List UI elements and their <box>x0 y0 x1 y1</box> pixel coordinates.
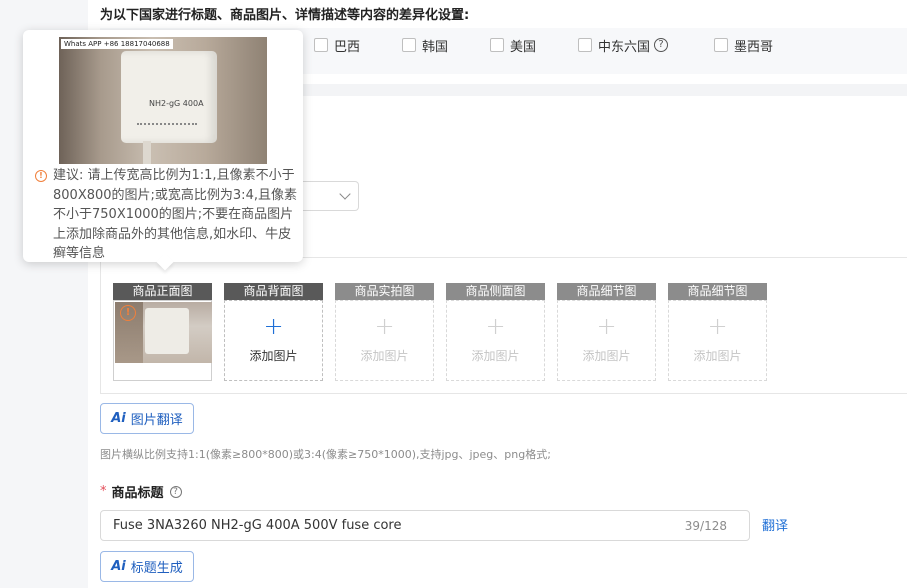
country-option-korea[interactable]: 韩国 <box>402 36 449 55</box>
plus-icon: + <box>485 312 506 340</box>
fuse-body: NH2-gG 400A <box>121 51 217 143</box>
translate-link[interactable]: 翻译 <box>762 515 788 534</box>
add-image-text: 添加图片 <box>582 349 631 363</box>
add-image-text: 添加图片 <box>471 349 520 363</box>
watermark-text: Whats APP +86 18817040688 <box>61 39 173 49</box>
country-option-usa[interactable]: 美国 <box>490 36 537 55</box>
image-slot-real: 商品实拍图 + 添加图片 <box>335 283 434 381</box>
plus-icon: + <box>263 312 284 340</box>
chevron-down-icon <box>339 188 351 200</box>
slot-label: 商品实拍图 <box>335 283 434 300</box>
gcc-checkbox[interactable] <box>578 38 592 52</box>
country-option-mexico[interactable]: 墨西哥 <box>714 36 774 55</box>
title-generate-button[interactable]: Ai 标题生成 <box>100 551 194 582</box>
title-input-value[interactable]: Fuse 3NA3260 NH2-gG 400A 500V fuse core <box>113 518 402 533</box>
country-label: 美国 <box>510 39 537 55</box>
warning-icon: ! <box>35 170 47 182</box>
image-slot-front[interactable]: 商品正面图 ! <box>113 283 212 381</box>
add-image-text: 添加图片 <box>360 349 409 363</box>
country-option-gcc[interactable]: 中东六国 ? <box>578 36 669 55</box>
image-translate-button[interactable]: Ai 图片翻译 <box>100 403 194 434</box>
slot-label: 商品正面图 <box>113 283 212 300</box>
slot-label: 商品背面图 <box>224 283 323 300</box>
add-image-button-disabled: + 添加图片 <box>557 300 656 381</box>
country-option-brazil[interactable]: 巴西 <box>314 36 361 55</box>
country-label: 墨西哥 <box>734 39 774 55</box>
question-circle-icon[interactable]: ? <box>654 38 669 52</box>
slot-label: 商品细节图 <box>668 283 767 300</box>
title-input[interactable]: Fuse 3NA3260 NH2-gG 400A 500V fuse core … <box>100 510 750 541</box>
char-counter: 39/128 <box>684 519 727 533</box>
country-label: 巴西 <box>334 39 361 55</box>
image-format-hint: 图片横纵比例支持1:1(像素≥800*800)或3:4(像素≥750*1000)… <box>100 448 551 461</box>
add-image-button-disabled: + 添加图片 <box>335 300 434 381</box>
tooltip-advice: ! 建议: 请上传宽高比例为1:1,且像素不小于800X800的图片;或宽高比例… <box>35 166 297 264</box>
plus-icon: + <box>596 312 617 340</box>
slot-label: 商品细节图 <box>557 283 656 300</box>
fuse-label: NH2-gG 400A <box>149 99 204 108</box>
ai-icon: Ai <box>111 411 126 426</box>
add-image-button-disabled: + 添加图片 <box>668 300 767 381</box>
title-field-label: * 商品标题 ? <box>100 482 182 501</box>
ai-icon: Ai <box>111 559 126 574</box>
plus-icon: + <box>707 312 728 340</box>
image-slot-detail-1: 商品细节图 + 添加图片 <box>557 283 656 381</box>
question-circle-icon[interactable]: ? <box>169 485 182 498</box>
button-label: 图片翻译 <box>130 413 183 428</box>
warning-icon[interactable]: ! <box>120 305 136 321</box>
usa-checkbox[interactable] <box>490 38 504 52</box>
image-slot-side: 商品侧面图 + 添加图片 <box>446 283 545 381</box>
country-label: 中东六国 <box>598 39 651 55</box>
add-image-text: 添加图片 <box>249 349 298 363</box>
product-preview-image: Whats APP +86 18817040688 NH2-gG 400A <box>59 37 267 164</box>
label-text: 商品标题 <box>111 486 164 501</box>
mexico-checkbox[interactable] <box>714 38 728 52</box>
advice-text: 建议: 请上传宽高比例为1:1,且像素不小于800X800的图片;或宽高比例为3… <box>53 168 297 261</box>
image-thumbnail-frame[interactable]: ! <box>113 300 212 381</box>
image-preview-tooltip: Whats APP +86 18817040688 NH2-gG 400A ! … <box>23 30 303 271</box>
slot-label: 商品侧面图 <box>446 283 545 300</box>
country-label: 韩国 <box>422 39 449 55</box>
korea-checkbox[interactable] <box>402 38 416 52</box>
brazil-checkbox[interactable] <box>314 38 328 52</box>
add-image-button-disabled: + 添加图片 <box>446 300 545 381</box>
add-image-text: 添加图片 <box>693 349 742 363</box>
image-slot-detail-2: 商品细节图 + 添加图片 <box>668 283 767 381</box>
required-mark: * <box>100 484 107 499</box>
product-thumbnail[interactable]: ! <box>115 302 212 363</box>
button-label: 标题生成 <box>130 561 183 576</box>
country-settings-heading: 为以下国家进行标题、商品图片、详情描述等内容的差异化设置: <box>100 8 470 23</box>
plus-icon: + <box>374 312 395 340</box>
add-image-button[interactable]: + 添加图片 <box>224 300 323 381</box>
image-slot-back[interactable]: 商品背面图 + 添加图片 <box>224 283 323 381</box>
